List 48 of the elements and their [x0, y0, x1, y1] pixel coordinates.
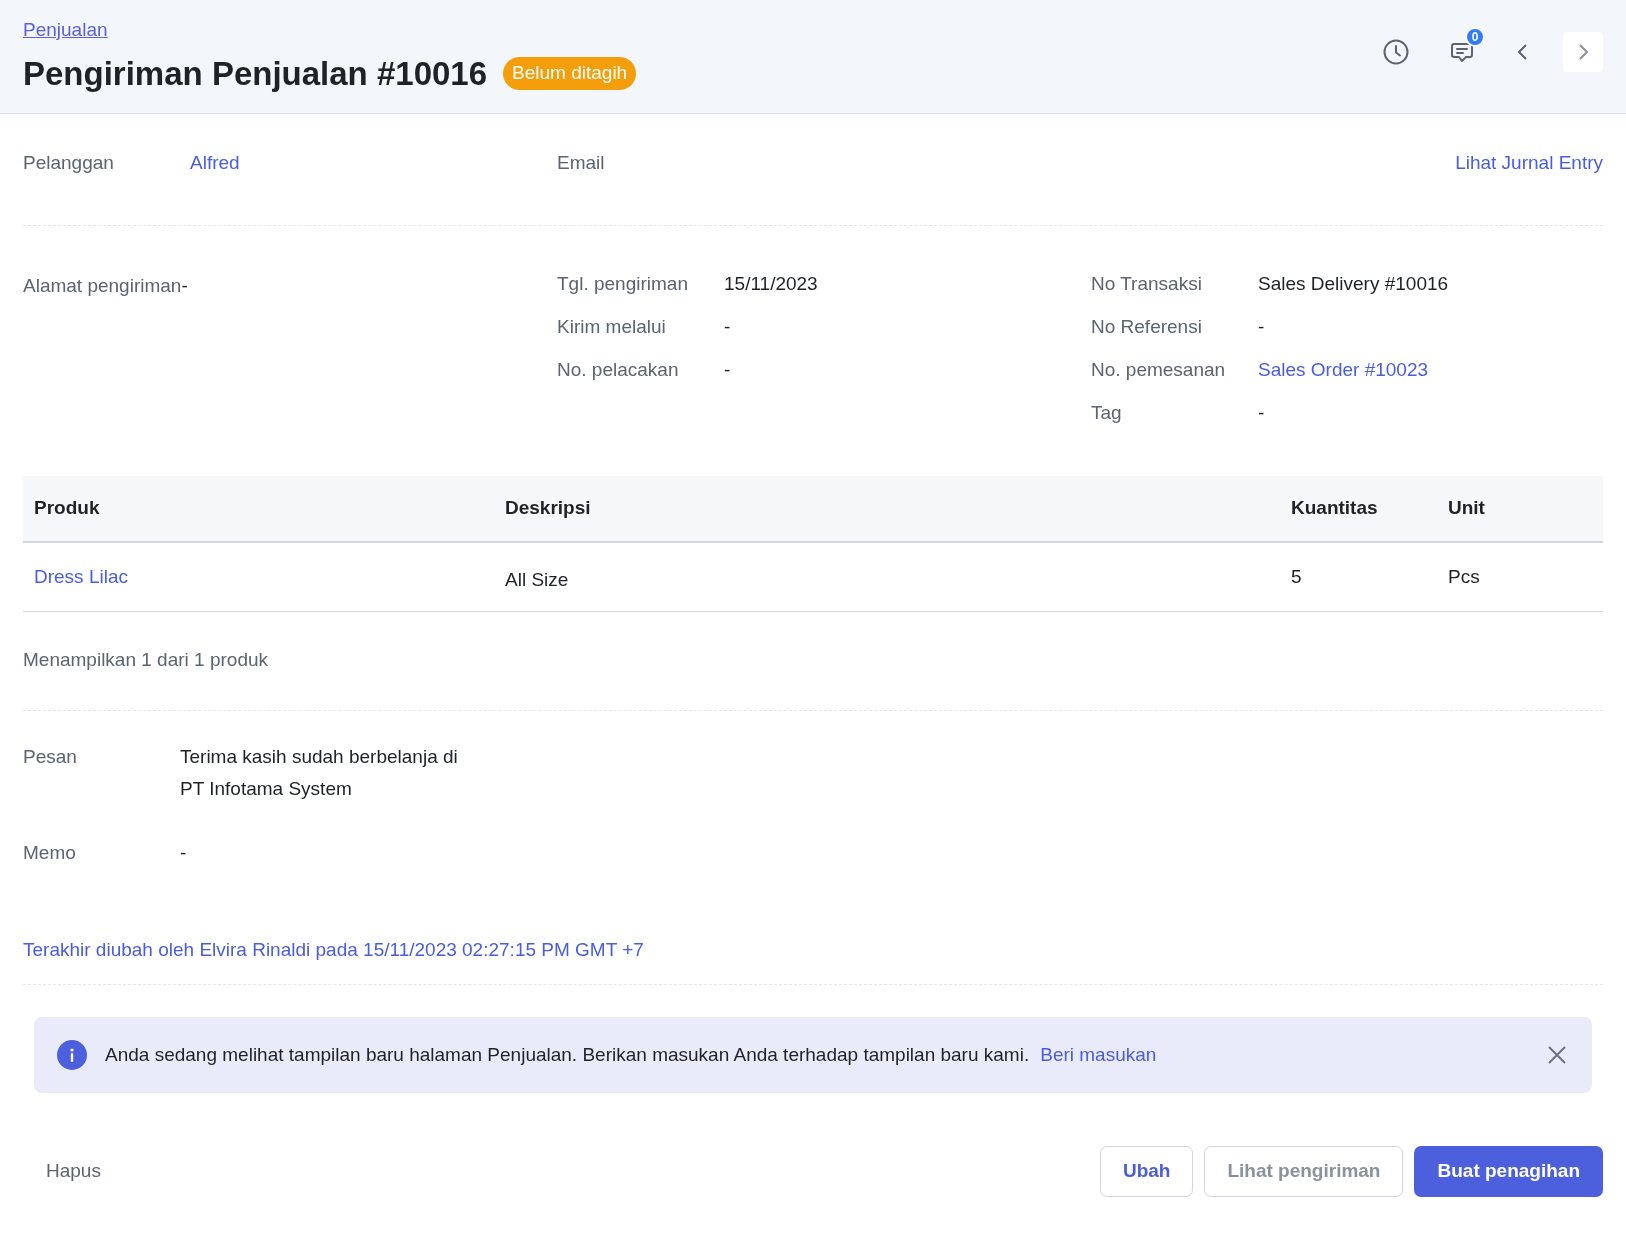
field-label: No Referensi: [1091, 315, 1203, 340]
comment-count-badge: 0: [1465, 27, 1485, 47]
field-label: Memo: [23, 840, 77, 865]
table-cell: All Size: [505, 568, 569, 590]
message-text: PT Infotama System: [180, 776, 353, 801]
info-icon: [57, 1040, 87, 1070]
field-label: Email: [557, 151, 605, 176]
field-label: Tag: [1091, 401, 1123, 426]
field-value: -: [1258, 401, 1265, 426]
order-link[interactable]: Sales Order #10023: [1258, 356, 1429, 385]
column-header: Produk: [23, 476, 494, 542]
field-label: No. pemesanan: [1091, 358, 1227, 383]
field-label: No Transaksi: [1091, 272, 1203, 297]
field-value: -: [724, 315, 731, 340]
table-footer-text: Menampilkan 1 dari 1 produk: [23, 648, 269, 673]
journal-entry-link[interactable]: Lihat Jurnal Entry: [1455, 149, 1603, 178]
field-label: Kirim melalui: [557, 315, 667, 340]
field-label: Alamat pengiriman: [23, 274, 182, 298]
field-value: -: [181, 274, 188, 298]
field-value: -: [1258, 315, 1265, 340]
column-header: Deskripsi: [494, 476, 1280, 542]
action-button[interactable]: Buat penagihan: [1414, 1146, 1603, 1197]
column-header: Unit: [1437, 476, 1603, 542]
next-button[interactable]: [1563, 32, 1603, 72]
banner-text: Anda sedang melihat tampilan baru halaman Penjualan. Berikan masukan Anda terhadap tampilan baru kami.: [105, 1042, 1030, 1067]
table-cell: 5: [1291, 565, 1302, 587]
field-value: -: [724, 358, 731, 383]
page-title: Pengiriman Penjualan #10016: [23, 53, 488, 94]
chevron-right-icon: [1576, 43, 1590, 61]
customer-link[interactable]: Alfred: [190, 149, 240, 178]
field-label: Pesan: [23, 744, 78, 769]
message-text: Terima kasih sudah berbelanja di: [180, 744, 458, 769]
field-label: Tgl. pengiriman: [557, 272, 689, 297]
field-value: -: [180, 840, 187, 865]
feedback-link[interactable]: Beri masukan: [1040, 1040, 1157, 1070]
column-header: Kuantitas: [1280, 476, 1437, 542]
action-button[interactable]: Ubah: [1099, 1146, 1194, 1197]
product-link[interactable]: Dress Lilac: [34, 565, 128, 587]
field-label: No. pelacakan: [557, 358, 680, 383]
table-cell: Pcs: [1448, 565, 1480, 587]
delete-button[interactable]: Hapus: [23, 1157, 124, 1186]
field-value: Sales Delivery #10016: [1258, 272, 1449, 297]
last-modified-link[interactable]: Terakhir diubah oleh Elvira Rinaldi pada 15/11/2023 02:27:15 PM GMT +7: [23, 936, 644, 965]
field-value: 15/11/2023: [724, 272, 818, 297]
breadcrumb-link[interactable]: Penjualan: [23, 16, 108, 45]
field-label: Pelanggan: [23, 151, 115, 176]
history-clock-icon[interactable]: [1381, 37, 1411, 67]
status-badge: Belum ditagih: [503, 57, 637, 90]
